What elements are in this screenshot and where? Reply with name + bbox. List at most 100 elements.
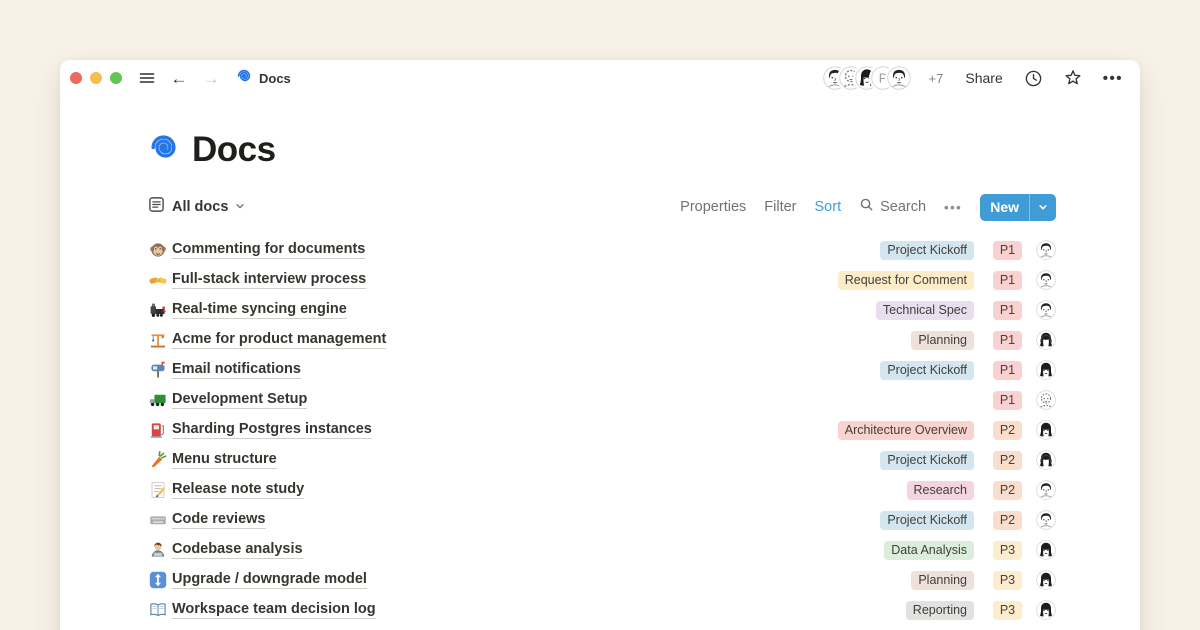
page-header: Docs: [148, 130, 1056, 170]
doc-title[interactable]: Code reviews: [172, 511, 266, 529]
doc-row[interactable]: Commenting for documents Project Kickoff P…: [148, 235, 1056, 265]
handshake-icon: [148, 271, 167, 290]
avatar-overflow-count[interactable]: +7: [929, 71, 944, 86]
zoom-window-button[interactable]: [110, 72, 122, 84]
doc-row[interactable]: Workspace team decision log Reporting P3: [148, 595, 1056, 625]
priority-badge[interactable]: P2: [993, 481, 1022, 500]
crane-icon: [148, 331, 167, 350]
doc-tag-badge[interactable]: Project Kickoff: [880, 451, 974, 470]
sort-button[interactable]: Sort: [815, 199, 842, 215]
doc-title[interactable]: Development Setup: [172, 391, 307, 409]
fuel-pump-icon: [148, 421, 167, 440]
doc-row[interactable]: Real-time syncing engine Technical Spec P1: [148, 295, 1056, 325]
doc-title[interactable]: Release note study: [172, 481, 304, 499]
priority-badge[interactable]: P1: [993, 271, 1022, 290]
assignee-avatar[interactable]: [1036, 240, 1056, 260]
priority-badge[interactable]: P1: [993, 391, 1022, 410]
doc-row[interactable]: Performance review feedbackResearchP3: [148, 625, 1056, 630]
doc-list: Commenting for documents Project Kickoff P…: [148, 235, 1056, 630]
priority-badge[interactable]: P3: [993, 601, 1022, 620]
doc-title[interactable]: Real-time syncing engine: [172, 301, 347, 319]
doc-title[interactable]: Full-stack interview process: [172, 271, 366, 289]
view-more-options-icon[interactable]: •••: [944, 200, 962, 215]
doc-row[interactable]: Upgrade / downgrade model Planning P3: [148, 565, 1056, 595]
assignee-avatar[interactable]: [1036, 390, 1056, 410]
history-clock-icon[interactable]: [1024, 69, 1043, 88]
doc-tag-badge[interactable]: Project Kickoff: [880, 511, 974, 530]
avatar-stack[interactable]: P: [823, 66, 911, 90]
doc-row[interactable]: Release note study Research P2: [148, 475, 1056, 505]
filter-button[interactable]: Filter: [764, 199, 796, 215]
priority-badge[interactable]: P1: [993, 361, 1022, 380]
doc-title[interactable]: Email notifications: [172, 361, 301, 379]
doc-row[interactable]: Menu structure Project Kickoff P2: [148, 445, 1056, 475]
doc-row[interactable]: Acme for product management Planning P1: [148, 325, 1056, 355]
more-options-icon[interactable]: •••: [1103, 70, 1123, 87]
priority-badge[interactable]: P3: [993, 541, 1022, 560]
close-window-button[interactable]: [70, 72, 82, 84]
assignee-avatar[interactable]: [1036, 510, 1056, 530]
doc-row[interactable]: Full-stack interview process Request for …: [148, 265, 1056, 295]
priority-badge[interactable]: P3: [993, 571, 1022, 590]
assignee-avatar[interactable]: [1036, 360, 1056, 380]
priority-badge[interactable]: P1: [993, 301, 1022, 320]
minimize-window-button[interactable]: [90, 72, 102, 84]
new-button[interactable]: New: [980, 194, 1056, 221]
favorite-star-icon[interactable]: [1063, 68, 1083, 88]
doc-row[interactable]: Codebase analysis Data Analysis P3: [148, 535, 1056, 565]
doc-tag-badge[interactable]: Planning: [911, 571, 974, 590]
doc-tag-badge[interactable]: Architecture Overview: [838, 421, 974, 440]
assignee-avatar[interactable]: [1036, 480, 1056, 500]
sidebar-menu-icon[interactable]: [136, 67, 158, 89]
assignee-avatar[interactable]: [1036, 570, 1056, 590]
doc-tag-badge[interactable]: Data Analysis: [884, 541, 974, 560]
priority-badge[interactable]: P2: [993, 511, 1022, 530]
doc-row[interactable]: Sharding Postgres instances Architecture …: [148, 415, 1056, 445]
assignee-avatar[interactable]: [1036, 330, 1056, 350]
share-button[interactable]: Share: [965, 70, 1002, 86]
titlebar-avatar-man[interactable]: [887, 66, 911, 90]
doc-row[interactable]: Code reviews Project Kickoff P2: [148, 505, 1056, 535]
assignee-avatar[interactable]: [1036, 600, 1056, 620]
search-label: Search: [880, 199, 926, 215]
doc-tag-badge[interactable]: Request for Comment: [838, 271, 974, 290]
priority-badge[interactable]: P1: [993, 331, 1022, 350]
titlebar: ← → Docs P +7 Share •••: [60, 60, 1140, 96]
breadcrumb[interactable]: Docs: [236, 68, 291, 89]
doc-tag-badge[interactable]: Research: [907, 481, 975, 500]
assignee-avatar[interactable]: [1036, 450, 1056, 470]
doc-title[interactable]: Sharding Postgres instances: [172, 421, 372, 439]
back-arrow-icon[interactable]: ←: [168, 67, 190, 89]
assignee-avatar[interactable]: [1036, 300, 1056, 320]
priority-badge[interactable]: P2: [993, 451, 1022, 470]
doc-tag-badge[interactable]: Reporting: [906, 601, 974, 620]
doc-title[interactable]: Acme for product management: [172, 331, 386, 349]
assignee-avatar[interactable]: [1036, 540, 1056, 560]
doc-row[interactable]: Email notifications Project Kickoff P1: [148, 355, 1056, 385]
forward-arrow-icon[interactable]: →: [200, 67, 222, 89]
technologist-icon: [148, 541, 167, 560]
assignee-avatar[interactable]: [1036, 270, 1056, 290]
search-button[interactable]: Search: [859, 197, 926, 217]
assignee-avatar[interactable]: [1036, 420, 1056, 440]
doc-title[interactable]: Codebase analysis: [172, 541, 303, 559]
doc-title[interactable]: Commenting for documents: [172, 241, 365, 259]
doc-tag-badge[interactable]: Project Kickoff: [880, 361, 974, 380]
carrot-icon: [148, 451, 167, 470]
new-button-chevron-icon[interactable]: [1030, 194, 1056, 221]
properties-button[interactable]: Properties: [680, 199, 746, 215]
main-content: Docs All docs Properties Filter Sort: [60, 96, 1140, 630]
doc-tag-badge[interactable]: Technical Spec: [876, 301, 974, 320]
priority-badge[interactable]: P2: [993, 421, 1022, 440]
view-switcher[interactable]: All docs: [148, 196, 245, 218]
doc-row[interactable]: Development Setup P1: [148, 385, 1056, 415]
priority-badge[interactable]: P1: [993, 241, 1022, 260]
docs-spiral-icon: [236, 68, 252, 89]
doc-list-icon: [148, 196, 165, 218]
view-toolbar: All docs Properties Filter Sort Search •…: [148, 192, 1056, 222]
doc-tag-badge[interactable]: Planning: [911, 331, 974, 350]
doc-title[interactable]: Upgrade / downgrade model: [172, 571, 367, 589]
doc-title[interactable]: Menu structure: [172, 451, 277, 469]
doc-tag-badge[interactable]: Project Kickoff: [880, 241, 974, 260]
doc-title[interactable]: Workspace team decision log: [172, 601, 376, 619]
